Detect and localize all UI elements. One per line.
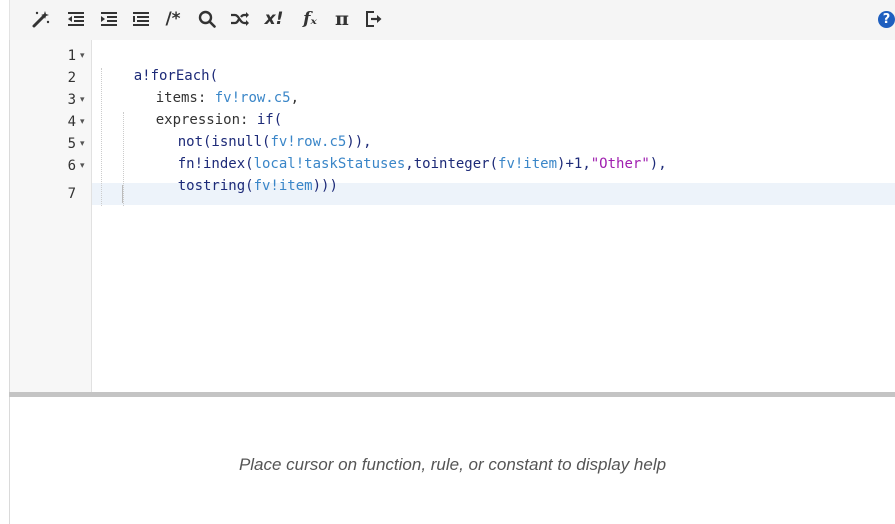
help-message: Place cursor on function, rule, or const… [238,455,667,474]
code-line-2: items: fv!row.c5, [122,68,299,106]
code-token: fv!item [253,178,313,194]
exit-icon[interactable] [364,8,384,30]
text-cursor [122,185,123,203]
code-line-5: fn!index(local!taskStatuses,tointeger(fv… [144,134,667,172]
code-token: fv!item [498,156,558,172]
comment-icon[interactable]: /* [160,8,186,30]
indent-icon[interactable] [99,8,119,30]
pi-icon[interactable]: π [332,8,352,30]
shuffle-icon[interactable] [229,8,251,30]
code-line-6: tostring(fv!item))) [144,156,338,194]
function-icon[interactable]: fₓ [298,8,322,30]
code-token: "Other" [590,156,650,172]
line-number: 5 [67,136,76,152]
code-token: ), [649,156,667,172]
fold-arrow-icon[interactable]: ▾ [80,112,90,132]
list-icon[interactable] [131,8,151,30]
code-editor[interactable]: 1 ▾ 2 3 ▾ 4 ▾ 5 ▾ 6 ▾ 7 a!forEach( items… [9,40,895,392]
code-token: ,tointeger( [405,156,499,172]
code-token: tostring( [177,178,254,194]
line-number: 6 [67,158,76,174]
fold-arrow-icon[interactable]: ▾ [80,46,90,66]
fold-arrow-icon[interactable]: ▾ [80,90,90,110]
code-token: , [290,90,300,106]
code-token: ))) [312,178,338,194]
line-gutter: 1 ▾ 2 3 ▾ 4 ▾ 5 ▾ 6 ▾ 7 [10,40,92,392]
line-number: 1 [67,48,76,64]
fold-arrow-icon[interactable]: ▾ [80,156,90,176]
fold-arrow-icon[interactable]: ▾ [80,134,90,154]
editor-toolbar: /* x! fₓ π ? [9,0,895,40]
help-panel: Place cursor on function, rule, or const… [9,397,895,524]
search-icon[interactable] [196,8,218,30]
code-line-1: a!forEach( [100,46,218,84]
line-number: 4 [67,114,76,130]
factorial-icon[interactable]: x! [260,8,288,30]
outdent-icon[interactable] [66,8,86,30]
magic-wand-icon[interactable] [30,8,52,30]
code-token: )+1, [557,156,591,172]
line-number: 2 [67,70,76,86]
code-line-4: not(isnull(fv!row.c5)), [144,112,372,150]
line-number: 3 [67,92,76,108]
code-line-3: expression: if( [122,90,282,128]
line-number: 7 [67,186,76,202]
help-icon[interactable]: ? [878,11,895,28]
